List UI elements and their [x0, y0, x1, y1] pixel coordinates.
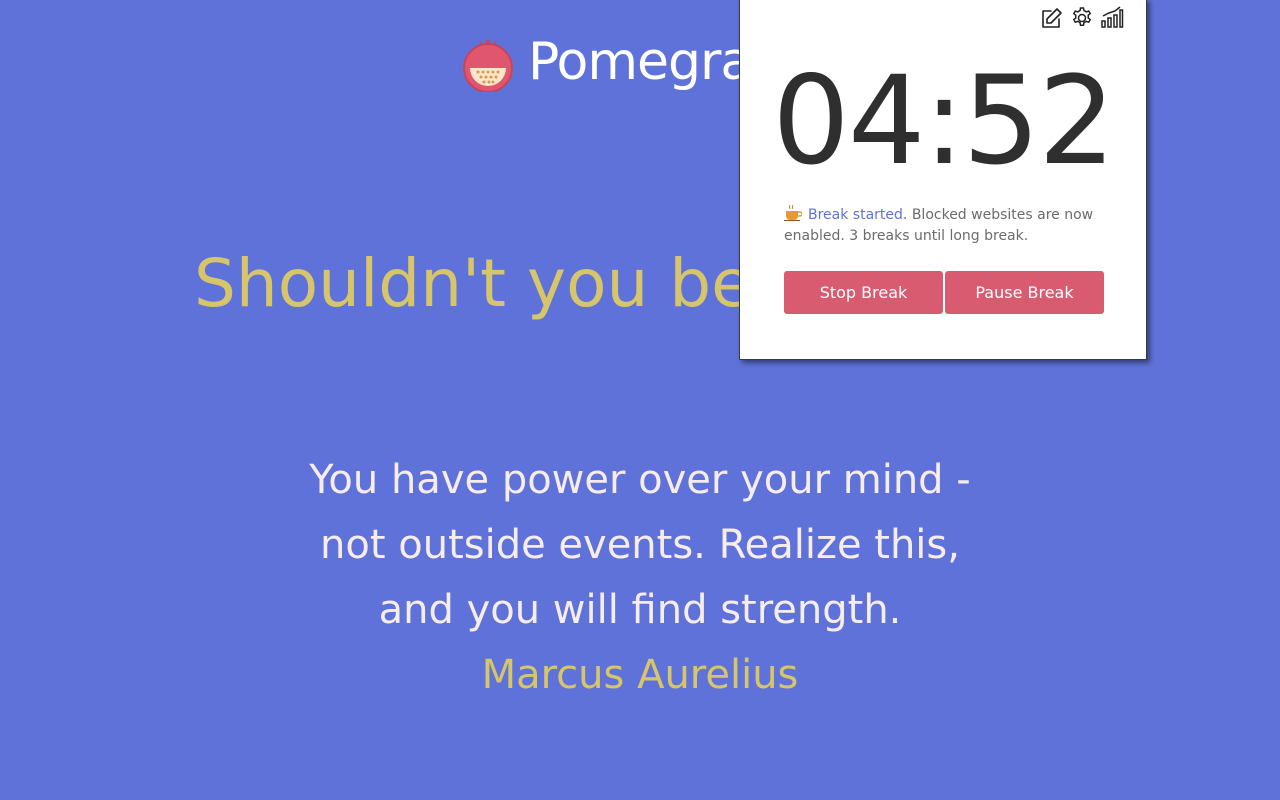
- quote-author: Marcus Aurelius: [481, 652, 799, 698]
- timer-display: 04:52: [772, 50, 1116, 192]
- popup-toolbar: [1040, 6, 1124, 30]
- stats-chart-icon[interactable]: [1100, 6, 1124, 30]
- quote-text: You have power over your mind - not outs…: [309, 457, 971, 633]
- pomegranate-icon: [463, 38, 513, 92]
- edit-icon[interactable]: [1040, 6, 1064, 30]
- coffee-cup-icon: [784, 205, 802, 221]
- settings-gear-icon[interactable]: [1070, 6, 1094, 30]
- pause-break-button[interactable]: Pause Break: [945, 271, 1104, 314]
- status-highlight: Break started: [808, 207, 903, 223]
- stop-break-button[interactable]: Stop Break: [784, 271, 943, 314]
- status-message: Break started. Blocked websites are now …: [784, 205, 1114, 247]
- extension-popup: 04:52 Break started. Blocked websites ar…: [739, 0, 1147, 360]
